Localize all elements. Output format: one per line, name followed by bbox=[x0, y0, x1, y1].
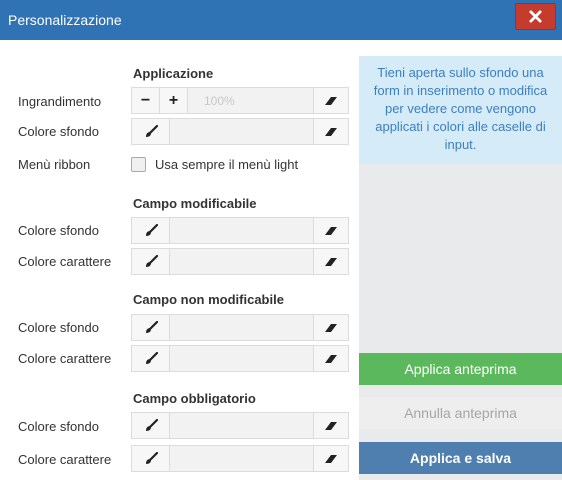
minus-icon: − bbox=[140, 91, 151, 109]
brush-icon bbox=[145, 451, 158, 464]
zoom-out-button[interactable]: − bbox=[132, 88, 160, 113]
ribbon-light-option[interactable]: Usa sempre il menù light bbox=[131, 157, 298, 172]
ribbon-light-checkbox[interactable] bbox=[131, 157, 146, 172]
apply-save-button[interactable]: Applica e salva bbox=[359, 442, 562, 474]
section-applicazione: Applicazione bbox=[133, 66, 214, 81]
section-campo-non-modificabile: Campo non modificabile bbox=[133, 292, 284, 307]
title-bar: Personalizzazione bbox=[0, 0, 562, 40]
editable-background-field bbox=[131, 217, 349, 244]
apply-preview-button[interactable]: Applica anteprima bbox=[359, 353, 562, 385]
required-background-picker-button[interactable] bbox=[132, 413, 170, 438]
brush-icon bbox=[145, 254, 158, 267]
eraser-icon bbox=[325, 454, 337, 463]
menu-ribbon-label: Menù ribbon bbox=[18, 157, 91, 172]
cancel-preview-button[interactable]: Annulla anteprima bbox=[359, 397, 562, 429]
zoom-in-button[interactable]: + bbox=[160, 88, 188, 113]
brush-icon bbox=[145, 418, 158, 431]
brush-icon bbox=[145, 223, 158, 236]
readonly-text-color-field bbox=[131, 345, 349, 372]
readonly-background-clear-button[interactable] bbox=[313, 315, 348, 340]
required-text-clear-button[interactable] bbox=[313, 446, 348, 471]
mod-colore-carattere-label: Colore carattere bbox=[18, 254, 112, 269]
ribbon-light-label: Usa sempre il menù light bbox=[155, 157, 299, 172]
readonly-text-clear-button[interactable] bbox=[313, 346, 348, 371]
readonly-background-picker-button[interactable] bbox=[132, 315, 170, 340]
ingrandimento-label: Ingrandimento bbox=[18, 94, 102, 109]
zoom-value: 100% bbox=[204, 94, 235, 108]
readonly-background-field bbox=[131, 314, 349, 341]
info-message: Tieni aperta sullo sfondo una form in in… bbox=[359, 56, 562, 164]
obb-colore-carattere-label: Colore carattere bbox=[18, 452, 112, 467]
editable-text-clear-button[interactable] bbox=[313, 249, 348, 274]
plus-icon: + bbox=[168, 91, 179, 109]
close-button[interactable] bbox=[515, 3, 556, 30]
app-colore-sfondo-label: Colore sfondo bbox=[18, 124, 99, 139]
nonmod-colore-sfondo-label: Colore sfondo bbox=[18, 320, 99, 335]
required-background-clear-button[interactable] bbox=[313, 413, 348, 438]
required-text-picker-button[interactable] bbox=[132, 446, 170, 471]
app-background-picker-button[interactable] bbox=[132, 119, 170, 144]
required-text-color-field bbox=[131, 445, 349, 472]
readonly-text-picker-button[interactable] bbox=[132, 346, 170, 371]
preview-panel: Tieni aperta sullo sfondo una form in in… bbox=[359, 56, 562, 480]
brush-icon bbox=[145, 320, 158, 333]
required-background-field bbox=[131, 412, 349, 439]
app-background-clear-button[interactable] bbox=[313, 119, 348, 144]
brush-icon bbox=[145, 124, 158, 137]
editable-background-clear-button[interactable] bbox=[313, 218, 348, 243]
eraser-icon bbox=[325, 96, 337, 105]
eraser-icon bbox=[325, 257, 337, 266]
editable-background-picker-button[interactable] bbox=[132, 218, 170, 243]
mod-colore-sfondo-label: Colore sfondo bbox=[18, 223, 99, 238]
app-background-color-field bbox=[131, 118, 349, 145]
eraser-icon bbox=[325, 323, 337, 332]
eraser-icon bbox=[325, 421, 337, 430]
window-title: Personalizzazione bbox=[8, 12, 122, 28]
brush-icon bbox=[145, 351, 158, 364]
eraser-icon bbox=[325, 127, 337, 136]
close-icon bbox=[529, 10, 542, 23]
editable-text-picker-button[interactable] bbox=[132, 249, 170, 274]
obb-colore-sfondo-label: Colore sfondo bbox=[18, 419, 99, 434]
section-campo-obbligatorio: Campo obbligatorio bbox=[133, 391, 256, 406]
section-campo-modificabile: Campo modificabile bbox=[133, 196, 257, 211]
eraser-icon bbox=[325, 354, 337, 363]
eraser-icon bbox=[325, 226, 337, 235]
zoom-reset-button[interactable] bbox=[313, 88, 348, 113]
zoom-control: − + 100% bbox=[131, 87, 349, 114]
editable-text-color-field bbox=[131, 248, 349, 275]
nonmod-colore-carattere-label: Colore carattere bbox=[18, 351, 112, 366]
settings-panel: Applicazione Ingrandimento − + 100% Colo… bbox=[0, 40, 352, 480]
